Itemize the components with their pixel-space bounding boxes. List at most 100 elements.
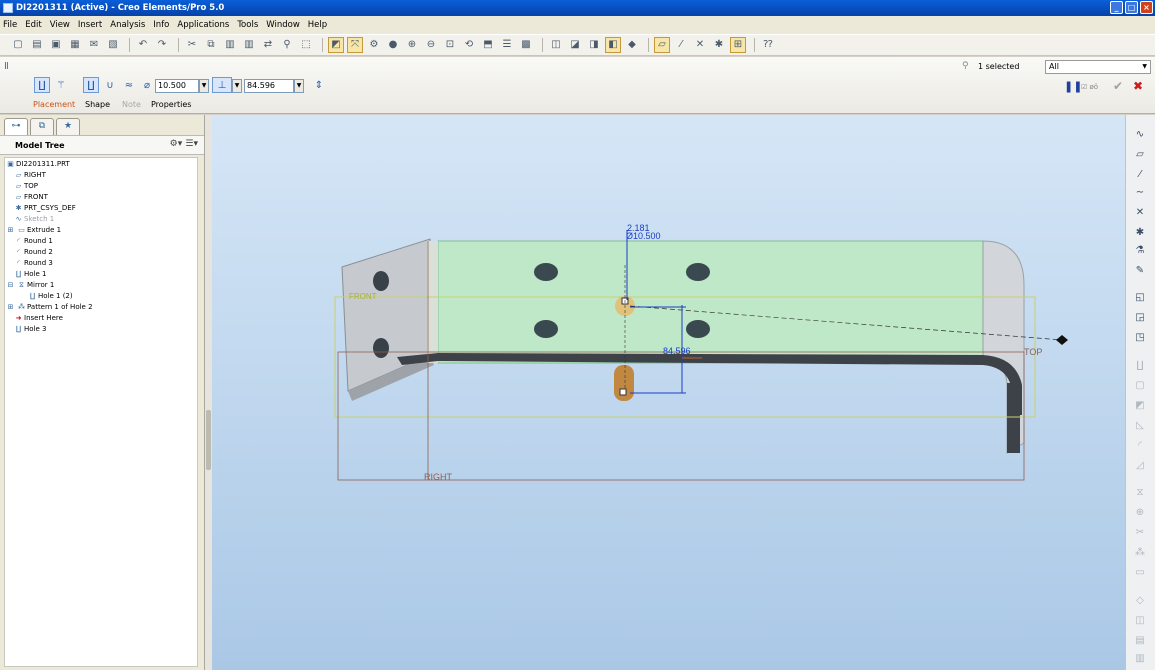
sketch-profile-button[interactable]: ≈ [121,77,137,93]
rib-tool-icon[interactable]: ◩ [1132,398,1148,414]
layers-icon[interactable]: ☰ [499,37,515,53]
tree-item-sketch[interactable]: ∿ Sketch 1 [5,214,197,225]
tree-item-csys[interactable]: ✱ PRT_CSYS_DEF [5,203,197,214]
depth-drag-handle[interactable] [619,388,627,396]
view-manager-icon[interactable]: ▩ [518,37,534,53]
tree-item-part[interactable]: ▣ DI2201311.PRT [5,159,197,170]
tree-item-round-3[interactable]: ◜ Round 3 [5,258,197,269]
tab-placement[interactable]: Placement [33,100,75,109]
project-tool-icon[interactable]: ▥ [1132,651,1148,667]
tree-item-front[interactable]: ▱ FRONT [5,192,197,203]
menu-info[interactable]: Info [153,20,169,30]
refit-icon[interactable]: ⊡ [442,37,458,53]
tab-properties[interactable]: Properties [151,100,191,109]
regenerate-icon[interactable]: ⇄ [260,37,276,53]
diameter-dropdown[interactable]: ▼ [199,79,209,93]
menu-file[interactable]: File [3,20,17,30]
standard-profile-button[interactable]: ∪ [102,77,118,93]
datum-point-tool-icon[interactable]: ✕ [1132,205,1148,221]
tab-note[interactable]: Note [122,100,141,109]
menu-window[interactable]: Window [266,20,300,30]
paste-special-icon[interactable]: ▥ [241,37,257,53]
diameter-input[interactable]: 10.500 [155,79,199,93]
minimize-button[interactable]: _ [1110,1,1123,14]
tree-item-round-1[interactable]: ◜ Round 1 [5,236,197,247]
spin-center-icon[interactable]: ⤧ [347,37,363,53]
close-window-button[interactable]: × [1140,1,1153,14]
flip-depth-button[interactable]: ⇕ [311,77,327,93]
standard-hole-button[interactable]: ⚚ [53,77,69,93]
tab-shape[interactable]: Shape [85,100,110,109]
accept-icon[interactable]: ✔ [1113,79,1123,93]
analysis-tool-icon[interactable]: ⚗ [1132,243,1148,259]
find-icon[interactable]: ⚲ [279,37,295,53]
merge-tool-icon[interactable]: ⊕ [1132,505,1148,521]
tree-item-mirror[interactable]: ⊟ ⧖ Mirror 1 [5,280,197,291]
pause-icon[interactable]: ❚❚ [1064,80,1082,94]
menu-edit[interactable]: Edit [25,20,41,30]
expand-icon[interactable]: ⊞ [5,302,16,313]
extend-tool-icon[interactable]: ▭ [1132,565,1148,581]
predefined-rectangle-button[interactable]: ∐ [83,77,99,93]
sweep-tool-icon[interactable]: ◳ [1132,330,1148,346]
context-help-icon[interactable]: ⁇ [760,37,776,53]
dim-diameter-label[interactable]: Ø10.500 [626,231,661,241]
enhanced-realism-icon[interactable]: ◆ [624,37,640,53]
datum-planes-display-icon[interactable]: ▱ [654,37,670,53]
zoom-in-icon[interactable]: ⊕ [404,37,420,53]
tree-item-hole-1[interactable]: ∐ Hole 1 [5,269,197,280]
solidify-tool-icon[interactable]: ▤ [1132,633,1148,649]
depth-option-dropdown[interactable]: ▼ [232,79,242,93]
reorient-icon[interactable]: ⟲ [461,37,477,53]
model-tree-tab-icon[interactable]: ⊶ [4,118,28,135]
panel-sash[interactable] [205,115,212,670]
tree-item-round-2[interactable]: ◜ Round 2 [5,247,197,258]
csys-display-icon[interactable]: ✱ [711,37,727,53]
chamfer-tool-icon[interactable]: ◿ [1132,458,1148,474]
cut-icon[interactable]: ✂ [184,37,200,53]
open-file-icon[interactable]: ▤ [29,37,45,53]
tree-item-hole-1-2[interactable]: ∐ Hole 1 (2) [5,291,197,302]
datum-axes-display-icon[interactable]: ⁄ [673,37,689,53]
maximize-button[interactable]: □ [1125,1,1138,14]
extrude-tool-icon[interactable]: ◱ [1132,290,1148,306]
offset-tool-icon[interactable]: ◇ [1132,593,1148,609]
tree-show-icon[interactable]: ☰▾ [185,139,198,149]
menu-help[interactable]: Help [308,20,327,30]
menu-analysis[interactable]: Analysis [110,20,145,30]
undo-icon[interactable]: ↶ [135,37,151,53]
mirror-tool-icon[interactable]: ⧖ [1132,485,1148,501]
thicken-tool-icon[interactable]: ◫ [1132,613,1148,629]
datum-axis-tool-icon[interactable]: ⁄ [1132,167,1148,183]
cancel-icon[interactable]: ✖ [1133,79,1143,93]
shading-icon[interactable]: ● [385,37,401,53]
hole-tool-icon[interactable]: ∐ [1132,358,1148,374]
copy-icon[interactable]: ⧉ [203,37,219,53]
tree-item-top[interactable]: ▱ TOP [5,181,197,192]
tree-item-pattern[interactable]: ⊞ ⁂ Pattern 1 of Hole 2 [5,302,197,313]
tree-item-extrude[interactable]: ⊞ ▭ Extrude 1 [5,225,197,236]
simple-hole-button[interactable]: ∐ [34,77,50,93]
paste-icon[interactable]: ▥ [222,37,238,53]
tree-settings-icon[interactable]: ⚙▾ [170,139,183,149]
tree-item-hole-3[interactable]: ∐ Hole 3 [5,324,197,335]
trim-tool-icon[interactable]: ✂ [1132,525,1148,541]
shaded-icon[interactable]: ◧ [605,37,621,53]
favorites-tab-icon[interactable]: ★ [56,118,80,135]
annotation-display-icon[interactable]: ⊞ [730,37,746,53]
email-icon[interactable]: ✉ [86,37,102,53]
zoom-out-icon[interactable]: ⊖ [423,37,439,53]
orient-mode-icon[interactable]: ⚙ [366,37,382,53]
wireframe-icon[interactable]: ◫ [548,37,564,53]
shell-tool-icon[interactable]: ▢ [1132,378,1148,394]
selection-filter-dropdown[interactable]: All ▼ [1045,60,1151,74]
hidden-line-icon[interactable]: ◪ [567,37,583,53]
expand-icon[interactable]: ⊞ [5,225,16,236]
tree-item-insert-here[interactable]: ➜ Insert Here [5,313,197,324]
repaint-icon[interactable]: ◩ [328,37,344,53]
folder-browser-tab-icon[interactable]: ⧉ [30,118,54,135]
insert-feature-icon[interactable]: ✎ [1132,263,1148,279]
send-icon[interactable]: ▧ [105,37,121,53]
pattern-tool-icon[interactable]: ⁂ [1132,545,1148,561]
menu-applications[interactable]: Applications [177,20,229,30]
